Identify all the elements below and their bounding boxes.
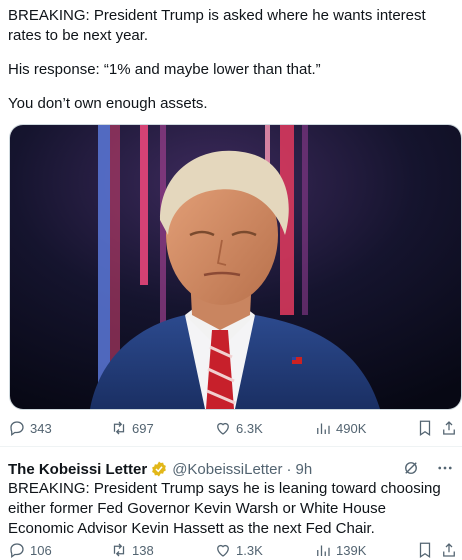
like-button-2[interactable]: 1.3K <box>214 540 263 560</box>
grok-icon[interactable] <box>402 459 420 477</box>
views-count-2: 139K <box>336 542 367 558</box>
bookmark-button[interactable] <box>416 418 434 438</box>
repost-button-2[interactable]: 138 <box>110 540 154 560</box>
views-count: 490K <box>336 420 367 436</box>
post-time[interactable]: 9h <box>295 461 312 478</box>
repost-count-2: 138 <box>132 542 154 558</box>
author-handle[interactable]: @KobeissiLetter <box>172 461 282 478</box>
reply-count: 343 <box>30 420 52 436</box>
bookmark-icon <box>419 420 431 436</box>
share-button-2[interactable] <box>440 540 458 560</box>
more-options-icon[interactable] <box>436 459 454 477</box>
tweet-2-top-icons <box>402 459 454 477</box>
like-count-2: 1.3K <box>236 542 263 558</box>
tweet-2-text: BREAKING: President Trump says he is lea… <box>8 480 441 537</box>
views-button-2[interactable]: 139K <box>314 540 366 560</box>
bookmark-button-2[interactable] <box>416 540 434 560</box>
share-button[interactable] <box>440 418 458 438</box>
like-button[interactable]: 6.3K <box>214 418 263 438</box>
tweet-1-actions: 343 697 6.3K 490K <box>8 418 455 438</box>
reply-icon <box>10 421 24 437</box>
views-icon <box>317 423 330 434</box>
share-icon <box>443 421 455 435</box>
repost-count: 697 <box>132 420 154 436</box>
tweet-text-line-2: His response: “1% and maybe lower than t… <box>8 61 321 78</box>
like-count: 6.3K <box>236 420 263 436</box>
reply-button-2[interactable]: 106 <box>8 540 52 560</box>
heart-icon <box>217 422 229 435</box>
tweet-divider <box>0 446 462 447</box>
tweet-media-photo[interactable] <box>9 124 462 410</box>
verified-badge-icon <box>152 461 167 477</box>
author-name[interactable]: The Kobeissi Letter <box>8 461 147 478</box>
reply-button[interactable]: 343 <box>8 418 52 438</box>
tweet-text-line-3: You don’t own enough assets. <box>8 95 208 112</box>
repost-icon <box>113 543 125 557</box>
reply-count-2: 106 <box>30 542 52 558</box>
repost-icon <box>113 421 125 435</box>
views-button[interactable]: 490K <box>314 418 366 438</box>
tweet-2-actions: 106 138 1.3K 139K <box>8 540 455 560</box>
photo-image <box>10 125 461 409</box>
bookmark-icon <box>419 542 431 558</box>
tweet-text-line-1: BREAKING: President Trump is asked where… <box>8 7 426 44</box>
reply-icon <box>10 543 24 559</box>
share-icon <box>443 543 455 557</box>
tweet-2-header: The Kobeissi Letter @KobeissiLetter · 9h <box>8 459 454 479</box>
views-icon <box>317 545 330 556</box>
repost-button[interactable]: 697 <box>110 418 154 438</box>
heart-icon <box>217 544 229 557</box>
dot-separator: · <box>286 460 292 478</box>
